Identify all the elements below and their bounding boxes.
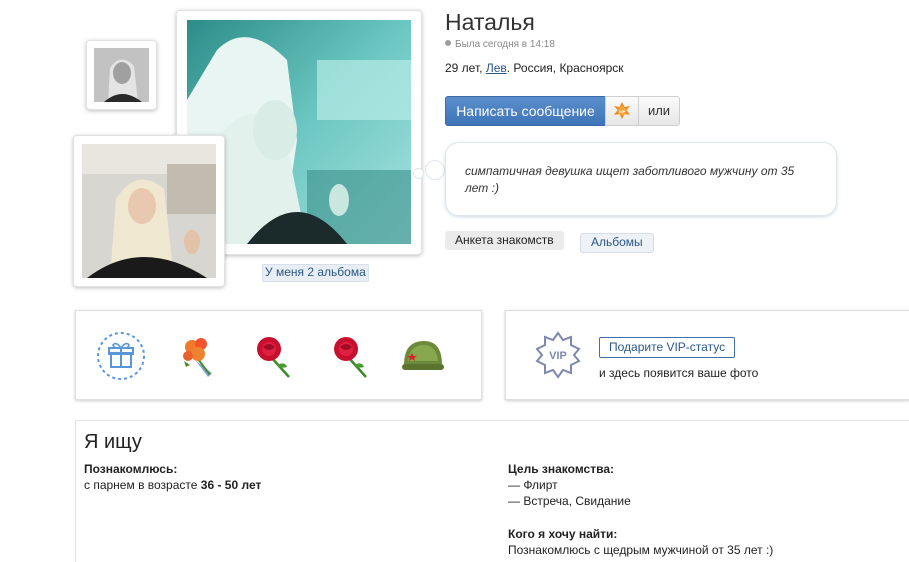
gift-item[interactable] bbox=[398, 331, 448, 381]
write-message-button[interactable]: Написать сообщение bbox=[445, 96, 606, 126]
vip-hint-text: и здесь появится ваше фото bbox=[599, 366, 759, 380]
thumbnail-photo[interactable] bbox=[86, 40, 157, 110]
profile-info: 29 лет, Лев. Россия, Красноярск bbox=[445, 61, 624, 75]
profile-age: 29 лет, bbox=[445, 61, 483, 75]
bubble-tail-large bbox=[425, 160, 445, 180]
profile-name: Наталья bbox=[445, 9, 535, 35]
seeking-section: Я ищу Познакомлюсь: с парнем в возрасте … bbox=[75, 420, 909, 562]
meet-label: Познакомлюсь: bbox=[84, 462, 178, 476]
meet-value: с парнем в возрасте 36 - 50 лет bbox=[84, 478, 261, 492]
meet-prefix: с парнем в возрасте bbox=[84, 478, 201, 492]
tab-dating-profile[interactable]: Анкета знакомств bbox=[445, 231, 564, 250]
meet-age-range: 36 - 50 лет bbox=[200, 478, 262, 492]
status-text: симпатичная девушка ищет заботливого муж… bbox=[465, 164, 795, 195]
thumbnail-image bbox=[94, 48, 149, 102]
zodiac-link[interactable]: Лев bbox=[486, 61, 507, 75]
goal-item: — Встреча, Свидание bbox=[508, 494, 631, 508]
red-rose-icon bbox=[257, 337, 290, 378]
vip-badge: VIP bbox=[534, 331, 582, 379]
vip-badge-text: VIP bbox=[549, 350, 567, 362]
last-seen-text: Была сегодня в 14:18 bbox=[455, 39, 555, 50]
tab-albums[interactable]: Альбомы bbox=[580, 233, 654, 253]
whom-label: Кого я хочу найти: bbox=[508, 527, 618, 541]
profile-location: . Россия, Красноярск bbox=[506, 61, 624, 75]
seeking-title: Я ищу bbox=[84, 431, 142, 453]
vip-gift-button[interactable]: VIP bbox=[605, 96, 639, 126]
last-seen-status: Была сегодня в 14:18 bbox=[445, 39, 555, 50]
gift-item[interactable] bbox=[326, 331, 376, 381]
red-rose-icon bbox=[334, 337, 367, 378]
gift-item[interactable] bbox=[249, 331, 299, 381]
flower-bouquet-icon bbox=[183, 338, 212, 377]
offline-dot-icon bbox=[445, 40, 451, 46]
send-gift-button[interactable] bbox=[96, 331, 146, 381]
bubble-tail-small bbox=[413, 168, 424, 179]
secondary-photo[interactable] bbox=[73, 135, 225, 287]
gifts-panel bbox=[75, 310, 482, 400]
secondary-photo-image bbox=[82, 144, 216, 278]
goal-item: — Флирт bbox=[508, 478, 558, 492]
army-helmet-icon bbox=[402, 341, 444, 370]
gift-item[interactable] bbox=[174, 331, 224, 381]
vip-sun-icon: VIP bbox=[614, 102, 630, 119]
or-button[interactable]: или bbox=[638, 96, 680, 126]
whom-value: Познакомлюсь с щедрым мужчиной от 35 лет… bbox=[508, 543, 774, 557]
status-bubble: симпатичная девушка ищет заботливого муж… bbox=[445, 142, 837, 216]
svg-text:VIP: VIP bbox=[619, 109, 626, 114]
albums-count-link[interactable]: У меня 2 альбома bbox=[262, 264, 369, 282]
vip-badge-icon: VIP bbox=[535, 331, 581, 379]
vip-panel: VIP Подарите VIP-статус и здесь появится… bbox=[505, 310, 909, 400]
goal-label: Цель знакомства: bbox=[508, 462, 614, 476]
gift-vip-status-button[interactable]: Подарите VIP-статус bbox=[599, 337, 736, 358]
gift-box-icon bbox=[97, 332, 145, 380]
